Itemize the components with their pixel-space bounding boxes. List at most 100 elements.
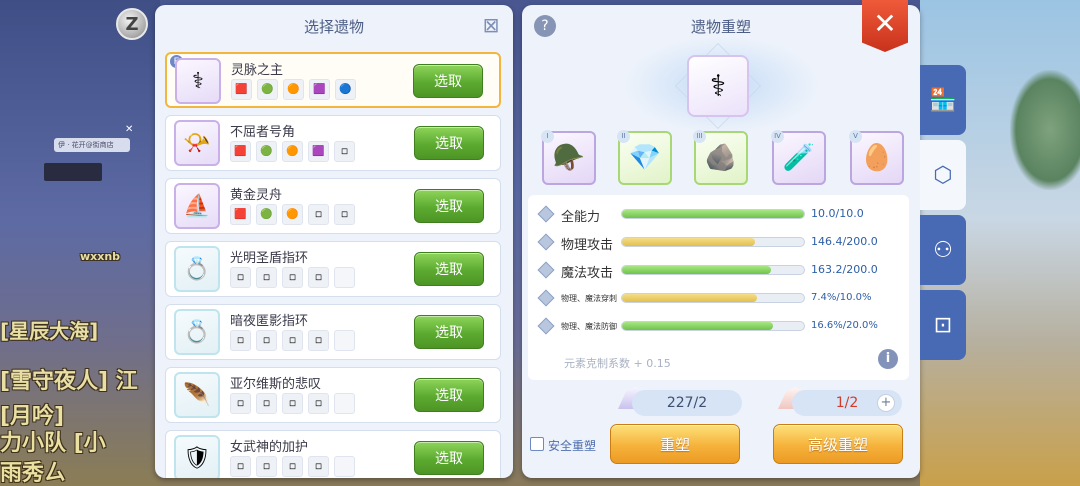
help-icon[interactable]: ? <box>534 15 556 37</box>
relic-row[interactable]: 🪶 亚尔维斯的悲叹 ◽ ◽ ◽ ◽ 选取 <box>165 367 501 423</box>
normal-cost-value: 227/2 <box>666 395 708 411</box>
relic-icon: ⛵ <box>174 183 220 229</box>
select-relic-button[interactable]: 选取 <box>414 126 484 160</box>
relic-row[interactable]: 💍 暗夜匿影指环 ◽ ◽ ◽ ◽ 选取 <box>165 304 501 360</box>
stat-label: 物理攻击 <box>561 238 614 253</box>
stat-label: 全能力 <box>561 210 601 225</box>
stat-row: 物理攻击 146.4/200.0 <box>528 233 909 253</box>
chat-line: [星辰大海] <box>0 319 99 343</box>
select-relic-button[interactable]: 选取 <box>413 64 483 98</box>
nameplate-close-icon[interactable]: ✕ <box>125 124 133 135</box>
relic-select-header: 选择遗物 ⊠ <box>155 5 513 47</box>
material-slot[interactable]: II 💎 <box>617 130 672 185</box>
material-slot-icon: ◽ <box>308 204 329 225</box>
material-slot-icon: 🟥 <box>230 141 251 162</box>
stat-bar <box>621 265 805 275</box>
info-icon[interactable]: i <box>878 349 898 369</box>
main-relic-icon[interactable]: ⚕ <box>687 55 749 117</box>
relic-icon: ⚕ <box>175 58 221 104</box>
material-slot[interactable]: IV 🧪 <box>771 130 826 185</box>
material-slot-icon <box>334 267 355 288</box>
material-slot-icon: ◽ <box>282 393 303 414</box>
stat-value: 16.6%/20.0% <box>811 320 878 331</box>
material-icon: 🧪 <box>782 143 816 173</box>
material-slot-icon: ◽ <box>334 204 355 225</box>
relic-tab-icon: ⬡ <box>933 162 953 188</box>
relic-icon: 💍 <box>174 246 220 292</box>
relic-icon: 💍 <box>174 309 220 355</box>
material-slot-icon: ◽ <box>282 330 303 351</box>
relic-select-panel: 选择遗物 ⊠ E⚕灵脉之主🟥🟢🟠🟪🔵选取📯不屈者号角🟥🟢🟠🟪◽选取⛵黄金灵舟🟥🟢… <box>155 5 513 478</box>
material-slot-icon: 🟢 <box>256 141 277 162</box>
relic-name: 不屈者号角 <box>230 125 296 140</box>
player-nameplate: 伊 · 花开@街商店 <box>54 138 130 152</box>
nodes-tab[interactable]: ⚇ <box>920 215 966 285</box>
material-icon: 🪨 <box>704 143 738 173</box>
shop-tab-icon: 🏪 <box>929 87 957 113</box>
scene-tree <box>1010 70 1080 190</box>
material-slot-icon: 🟠 <box>282 204 303 225</box>
relic-row[interactable]: ⛵ 黄金灵舟 🟥 🟢 🟠 ◽ ◽ 选取 <box>165 178 501 234</box>
material-tier-label: V <box>849 130 862 143</box>
reforge-button[interactable]: 重塑 <box>610 424 740 464</box>
select-relic-button[interactable]: 选取 <box>414 315 484 349</box>
material-icon: 💎 <box>628 143 662 173</box>
material-slot-icon <box>334 393 355 414</box>
chat-line: [雪守夜人] 江 <box>0 369 138 394</box>
relic-row[interactable]: E⚕灵脉之主🟥🟢🟠🟪🔵选取 <box>165 52 501 108</box>
close-icon[interactable]: ✕ <box>862 0 908 52</box>
diamond-icon <box>537 233 555 251</box>
stat-bar-fill <box>622 294 757 302</box>
material-slots: ◽ ◽ ◽ ◽ <box>230 330 355 351</box>
material-slots: 🟥 🟢 🟠 🟪 ◽ <box>230 141 355 162</box>
diamond-icon <box>537 289 555 307</box>
material-slots: ◽ ◽ ◽ ◽ <box>230 393 355 414</box>
relic-icon: 📯 <box>174 120 220 166</box>
frame-tab-icon: ⊡ <box>933 312 953 338</box>
relic-icon: 🪶 <box>174 372 220 418</box>
safe-reforge-label[interactable]: 安全重塑 <box>548 437 596 454</box>
select-relic-button[interactable]: 选取 <box>414 252 484 286</box>
material-slot-icon: ◽ <box>256 456 277 477</box>
material-slot-icon: ◽ <box>256 393 277 414</box>
material-slot-icon: ◽ <box>256 330 277 351</box>
material-icon: 🪖 <box>552 143 586 173</box>
material-slot-icon: ◽ <box>230 393 251 414</box>
close-icon[interactable]: ⊠ <box>481 15 501 35</box>
material-slot-icon: ◽ <box>230 330 251 351</box>
safe-reforge-checkbox[interactable] <box>530 437 544 451</box>
frame-tab[interactable]: ⊡ <box>920 290 966 360</box>
material-icon: 🥚 <box>860 143 894 173</box>
material-slot-icon <box>334 456 355 477</box>
material-slot-icon <box>334 330 355 351</box>
relic-row[interactable]: 💍 光明圣盾指环 ◽ ◽ ◽ ◽ 选取 <box>165 241 501 297</box>
material-slot-icon: ◽ <box>230 267 251 288</box>
relic-name: 女武神的加护 <box>230 440 309 455</box>
relic-name: 光明圣盾指环 <box>230 251 309 266</box>
material-tier-label: III <box>693 130 706 143</box>
diamond-icon <box>537 261 555 279</box>
material-row: I 🪖 II 💎 III 🪨 IV 🧪 V 🥚 <box>541 130 904 187</box>
material-slot[interactable]: V 🥚 <box>849 130 904 185</box>
diamond-icon <box>537 317 555 335</box>
stat-bar <box>621 209 805 219</box>
z-menu-button[interactable]: Z <box>116 8 148 40</box>
relic-row[interactable]: 🛡 女武神的加护 ◽ ◽ ◽ ◽ 选取 <box>165 430 501 478</box>
select-relic-button[interactable]: 选取 <box>414 441 484 475</box>
advanced-reforge-button[interactable]: 高级重塑 <box>773 424 903 464</box>
material-slot-icon: 🟢 <box>256 204 277 225</box>
relic-row[interactable]: 📯 不屈者号角 🟥 🟢 🟠 🟪 ◽ 选取 <box>165 115 501 171</box>
shop-tab[interactable]: 🏪 <box>920 65 966 135</box>
relic-name: 亚尔维斯的悲叹 <box>230 377 322 392</box>
relic-select-title: 选择遗物 <box>303 17 364 36</box>
material-slot[interactable]: I 🪖 <box>541 130 596 185</box>
stat-label: 魔法攻击 <box>561 266 614 281</box>
material-slot-icon: ◽ <box>308 456 329 477</box>
chat-line: 力小队 [小 <box>0 431 106 456</box>
add-material-button[interactable]: + <box>877 394 895 412</box>
relic-tab[interactable]: ⬡ <box>920 140 966 210</box>
select-relic-button[interactable]: 选取 <box>414 189 484 223</box>
stat-row: 物理、魔法穿刺 7.4%/10.0% <box>528 289 909 309</box>
select-relic-button[interactable]: 选取 <box>414 378 484 412</box>
material-slot[interactable]: III 🪨 <box>693 130 748 185</box>
